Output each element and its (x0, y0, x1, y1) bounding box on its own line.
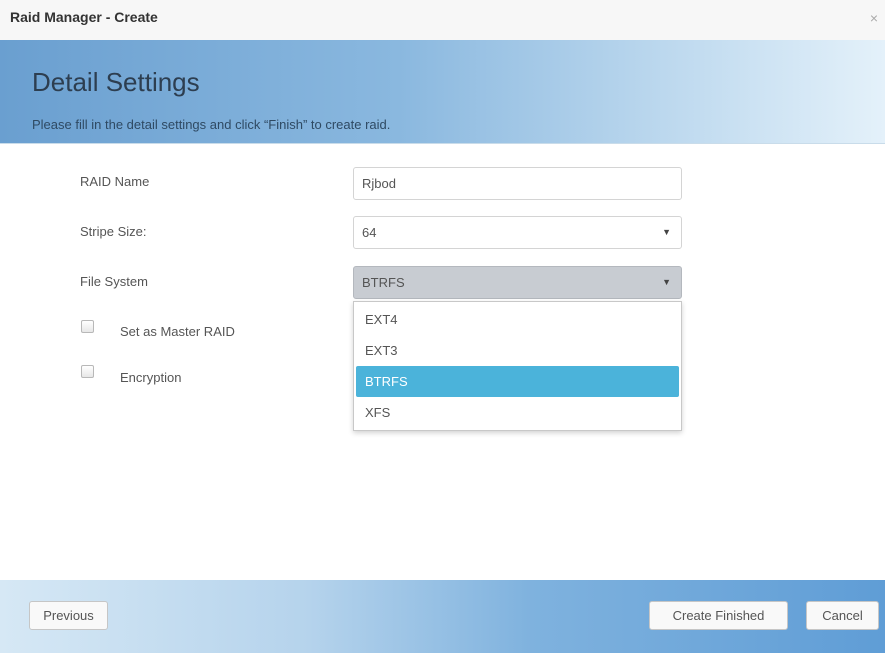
cancel-button[interactable]: Cancel (806, 601, 879, 630)
stripe-size-select[interactable]: 64 ▼ (353, 216, 682, 249)
previous-button[interactable]: Previous (29, 601, 108, 630)
dialog-footer: Previous Create Finished Cancel (0, 580, 885, 653)
master-raid-checkbox[interactable] (81, 320, 94, 333)
page-subtitle: Please fill in the detail settings and c… (32, 117, 391, 132)
encryption-label: Encryption (120, 370, 182, 385)
stripe-size-label: Stripe Size: (80, 224, 147, 239)
page-title: Detail Settings (32, 67, 200, 97)
master-raid-label: Set as Master RAID (120, 324, 235, 339)
option-xfs[interactable]: XFS (356, 397, 679, 428)
close-icon[interactable]: × (867, 10, 881, 26)
option-ext3[interactable]: EXT3 (356, 335, 679, 366)
create-finished-button[interactable]: Create Finished (649, 601, 788, 630)
file-system-label: File System (80, 274, 148, 289)
option-btrfs[interactable]: BTRFS (356, 366, 679, 397)
option-ext4[interactable]: EXT4 (356, 304, 679, 335)
header-banner: Detail Settings Please fill in the detai… (0, 40, 885, 144)
file-system-dropdown: EXT4 EXT3 BTRFS XFS (353, 301, 682, 431)
dialog-title: Raid Manager - Create (10, 9, 158, 25)
raid-name-input[interactable] (353, 167, 682, 200)
encryption-checkbox[interactable] (81, 365, 94, 378)
dialog-titlebar: Raid Manager - Create × (0, 0, 885, 40)
chevron-down-icon: ▼ (662, 227, 671, 237)
chevron-down-icon: ▼ (662, 277, 671, 287)
stripe-size-value: 64 (362, 225, 377, 240)
raid-name-label: RAID Name (80, 174, 150, 189)
file-system-select[interactable]: BTRFS ▼ (353, 266, 682, 299)
file-system-value: BTRFS (362, 275, 405, 290)
